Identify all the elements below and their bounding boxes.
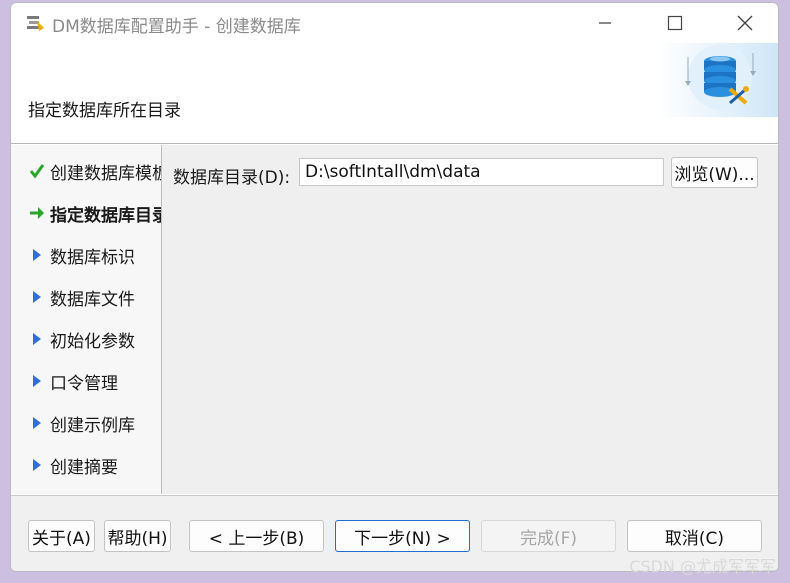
dm-app-icon [27,16,44,31]
step-label: 数据库标识 [50,247,135,268]
step-label: 数据库文件 [50,289,135,310]
maximize-button[interactable] [648,3,702,43]
database-graphic-icon [658,43,778,117]
step-label: 创建摘要 [50,457,118,478]
directory-label: 数据库目录(D): [173,168,291,188]
about-button[interactable]: 关于(A) [28,520,95,552]
triangle-right-icon [26,416,48,430]
watermark: CSDN @尤成军军军 [629,557,776,576]
next-button[interactable]: 下一步(N) > [335,520,470,552]
title-bar: DM数据库配置助手 - 创建数据库 [11,3,778,43]
step-sample-db: 创建示例库 [11,408,161,438]
minimize-button[interactable] [578,3,632,43]
steps-sidebar: 创建数据库模板 指定数据库目录 数据库标识 数据库文件 初始化参数 口令管理 创… [11,145,162,494]
step-database-id: 数据库标识 [11,240,161,270]
maximize-icon [667,15,683,31]
dialog-window: DM数据库配置助手 - 创建数据库 指定数据库所在目录 创建数据库模板 指定数据… [10,2,779,572]
step-password-mgmt: 口令管理 [11,366,161,396]
page-title: 指定数据库所在目录 [28,101,181,121]
step-init-params: 初始化参数 [11,324,161,354]
finish-button[interactable]: 完成(F) [481,520,616,552]
close-icon [737,15,753,31]
step-label: 口令管理 [50,373,118,394]
triangle-right-icon [26,290,48,304]
step-label: 创建数据库模板 [50,163,162,184]
minimize-icon [599,22,611,24]
help-button[interactable]: 帮助(H) [104,520,171,552]
triangle-right-icon [26,458,48,472]
check-icon [26,163,48,179]
main-panel: 数据库目录(D): 浏览(W)... [162,145,778,494]
page-header: 指定数据库所在目录 [11,43,778,144]
step-label: 创建示例库 [50,415,135,436]
arrow-right-icon [26,206,48,220]
triangle-right-icon [26,374,48,388]
step-specify-directory: 指定数据库目录 [11,198,161,228]
step-database-files: 数据库文件 [11,282,161,312]
step-label: 指定数据库目录 [50,205,162,226]
browse-button[interactable]: 浏览(W)... [671,157,758,188]
step-summary: 创建摘要 [11,450,161,480]
window-title: DM数据库配置助手 - 创建数据库 [52,17,301,37]
triangle-right-icon [26,248,48,262]
close-button[interactable] [718,3,772,43]
triangle-right-icon [26,332,48,346]
directory-input[interactable] [299,158,664,186]
cancel-button[interactable]: 取消(C) [627,520,762,552]
step-label: 初始化参数 [50,331,135,352]
step-create-template: 创建数据库模板 [11,156,161,186]
prev-button[interactable]: < 上一步(B) [189,520,324,552]
